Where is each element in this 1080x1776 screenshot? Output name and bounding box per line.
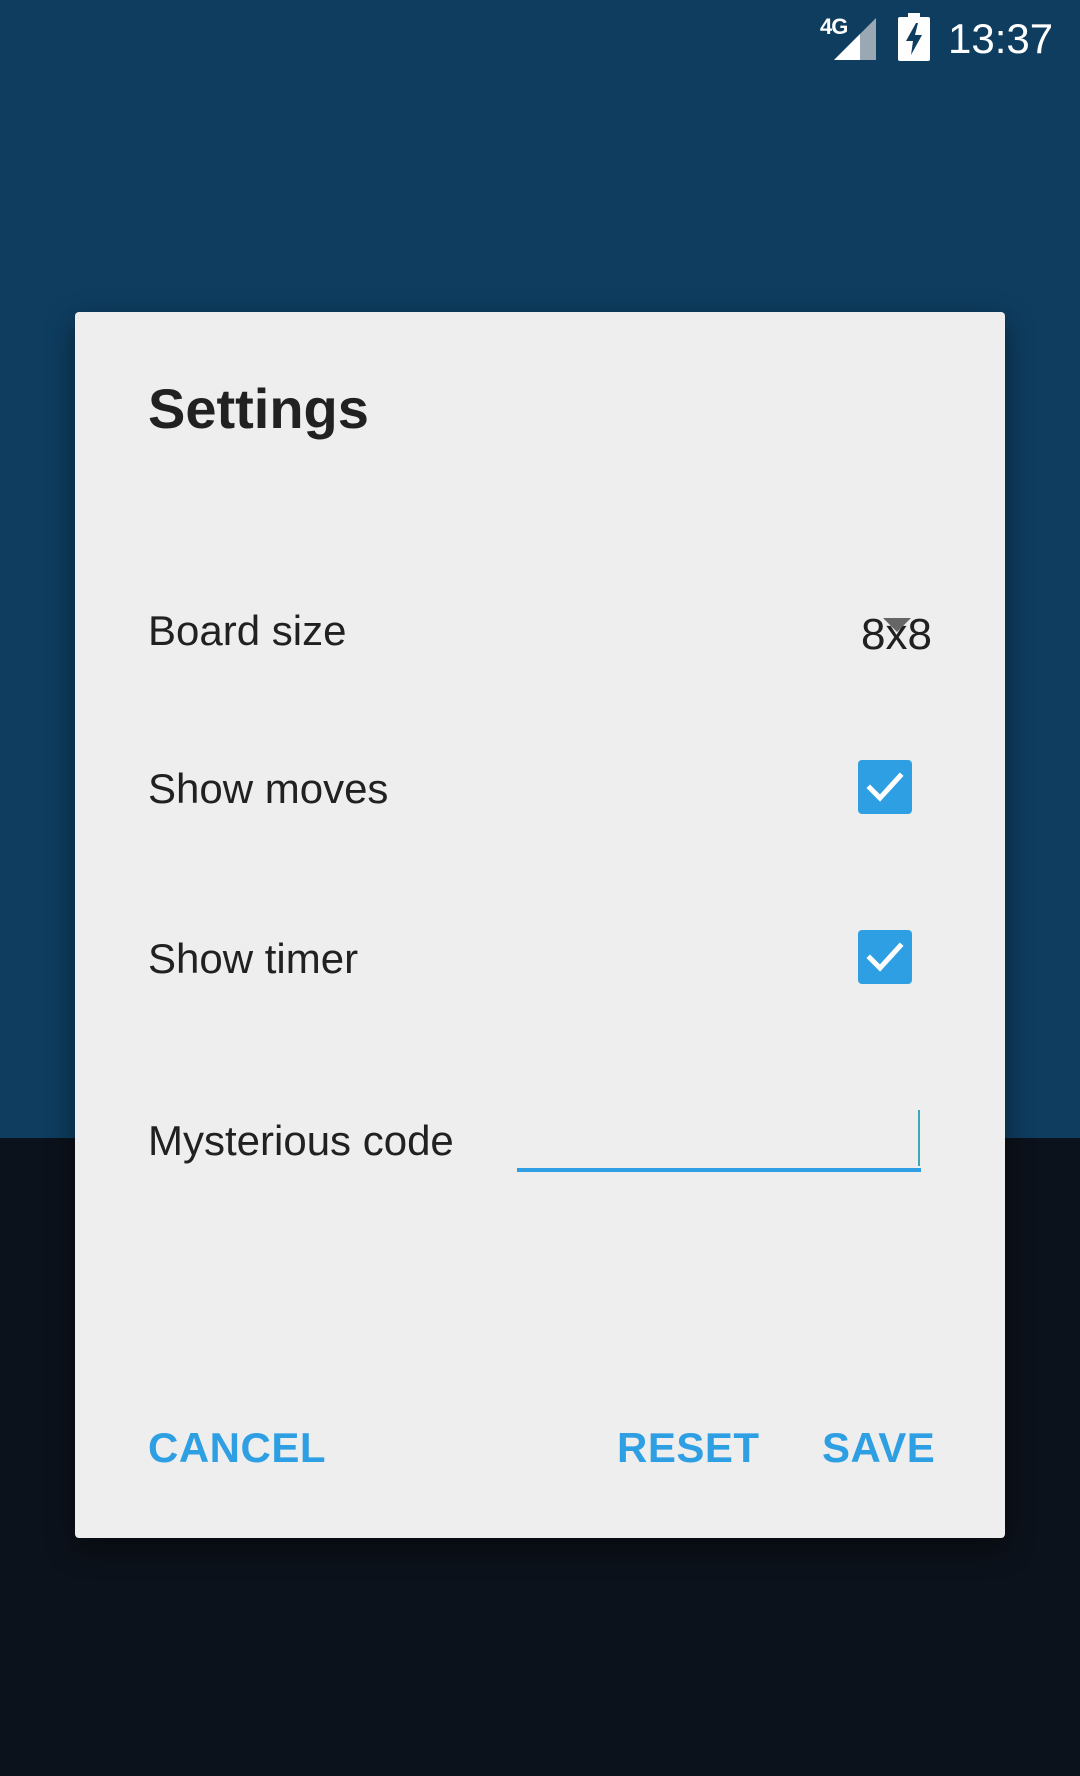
text-cursor bbox=[918, 1110, 920, 1166]
status-bar: 4G 13:37 bbox=[0, 0, 1080, 80]
save-button[interactable]: SAVE bbox=[822, 1422, 935, 1474]
signal-icon bbox=[834, 18, 876, 60]
board-size-spinner[interactable]: 8x8 bbox=[775, 600, 945, 670]
show-timer-checkbox[interactable] bbox=[858, 930, 912, 984]
dropdown-arrow-icon bbox=[883, 618, 911, 632]
dialog-title: Settings bbox=[148, 377, 369, 440]
reset-button[interactable]: RESET bbox=[617, 1422, 760, 1474]
settings-dialog: Settings Board size 8x8 Show moves Show … bbox=[75, 312, 1005, 1538]
battery-charging-icon bbox=[898, 13, 930, 61]
show-timer-label: Show timer bbox=[148, 935, 359, 982]
clock-time: 13:37 bbox=[948, 15, 1054, 62]
mysterious-code-input[interactable] bbox=[517, 1102, 921, 1172]
cancel-button[interactable]: CANCEL bbox=[148, 1422, 326, 1474]
board-size-value: 8x8 bbox=[861, 610, 932, 659]
show-moves-checkbox[interactable] bbox=[858, 760, 912, 814]
screen: 4G 13:37 Settings Board size 8x8 Show mo… bbox=[0, 0, 1080, 1776]
board-size-label: Board size bbox=[148, 607, 347, 654]
show-moves-label: Show moves bbox=[148, 765, 389, 812]
checkmark-icon bbox=[866, 942, 904, 972]
checkmark-icon bbox=[866, 772, 904, 802]
mysterious-code-label: Mysterious code bbox=[148, 1117, 454, 1164]
